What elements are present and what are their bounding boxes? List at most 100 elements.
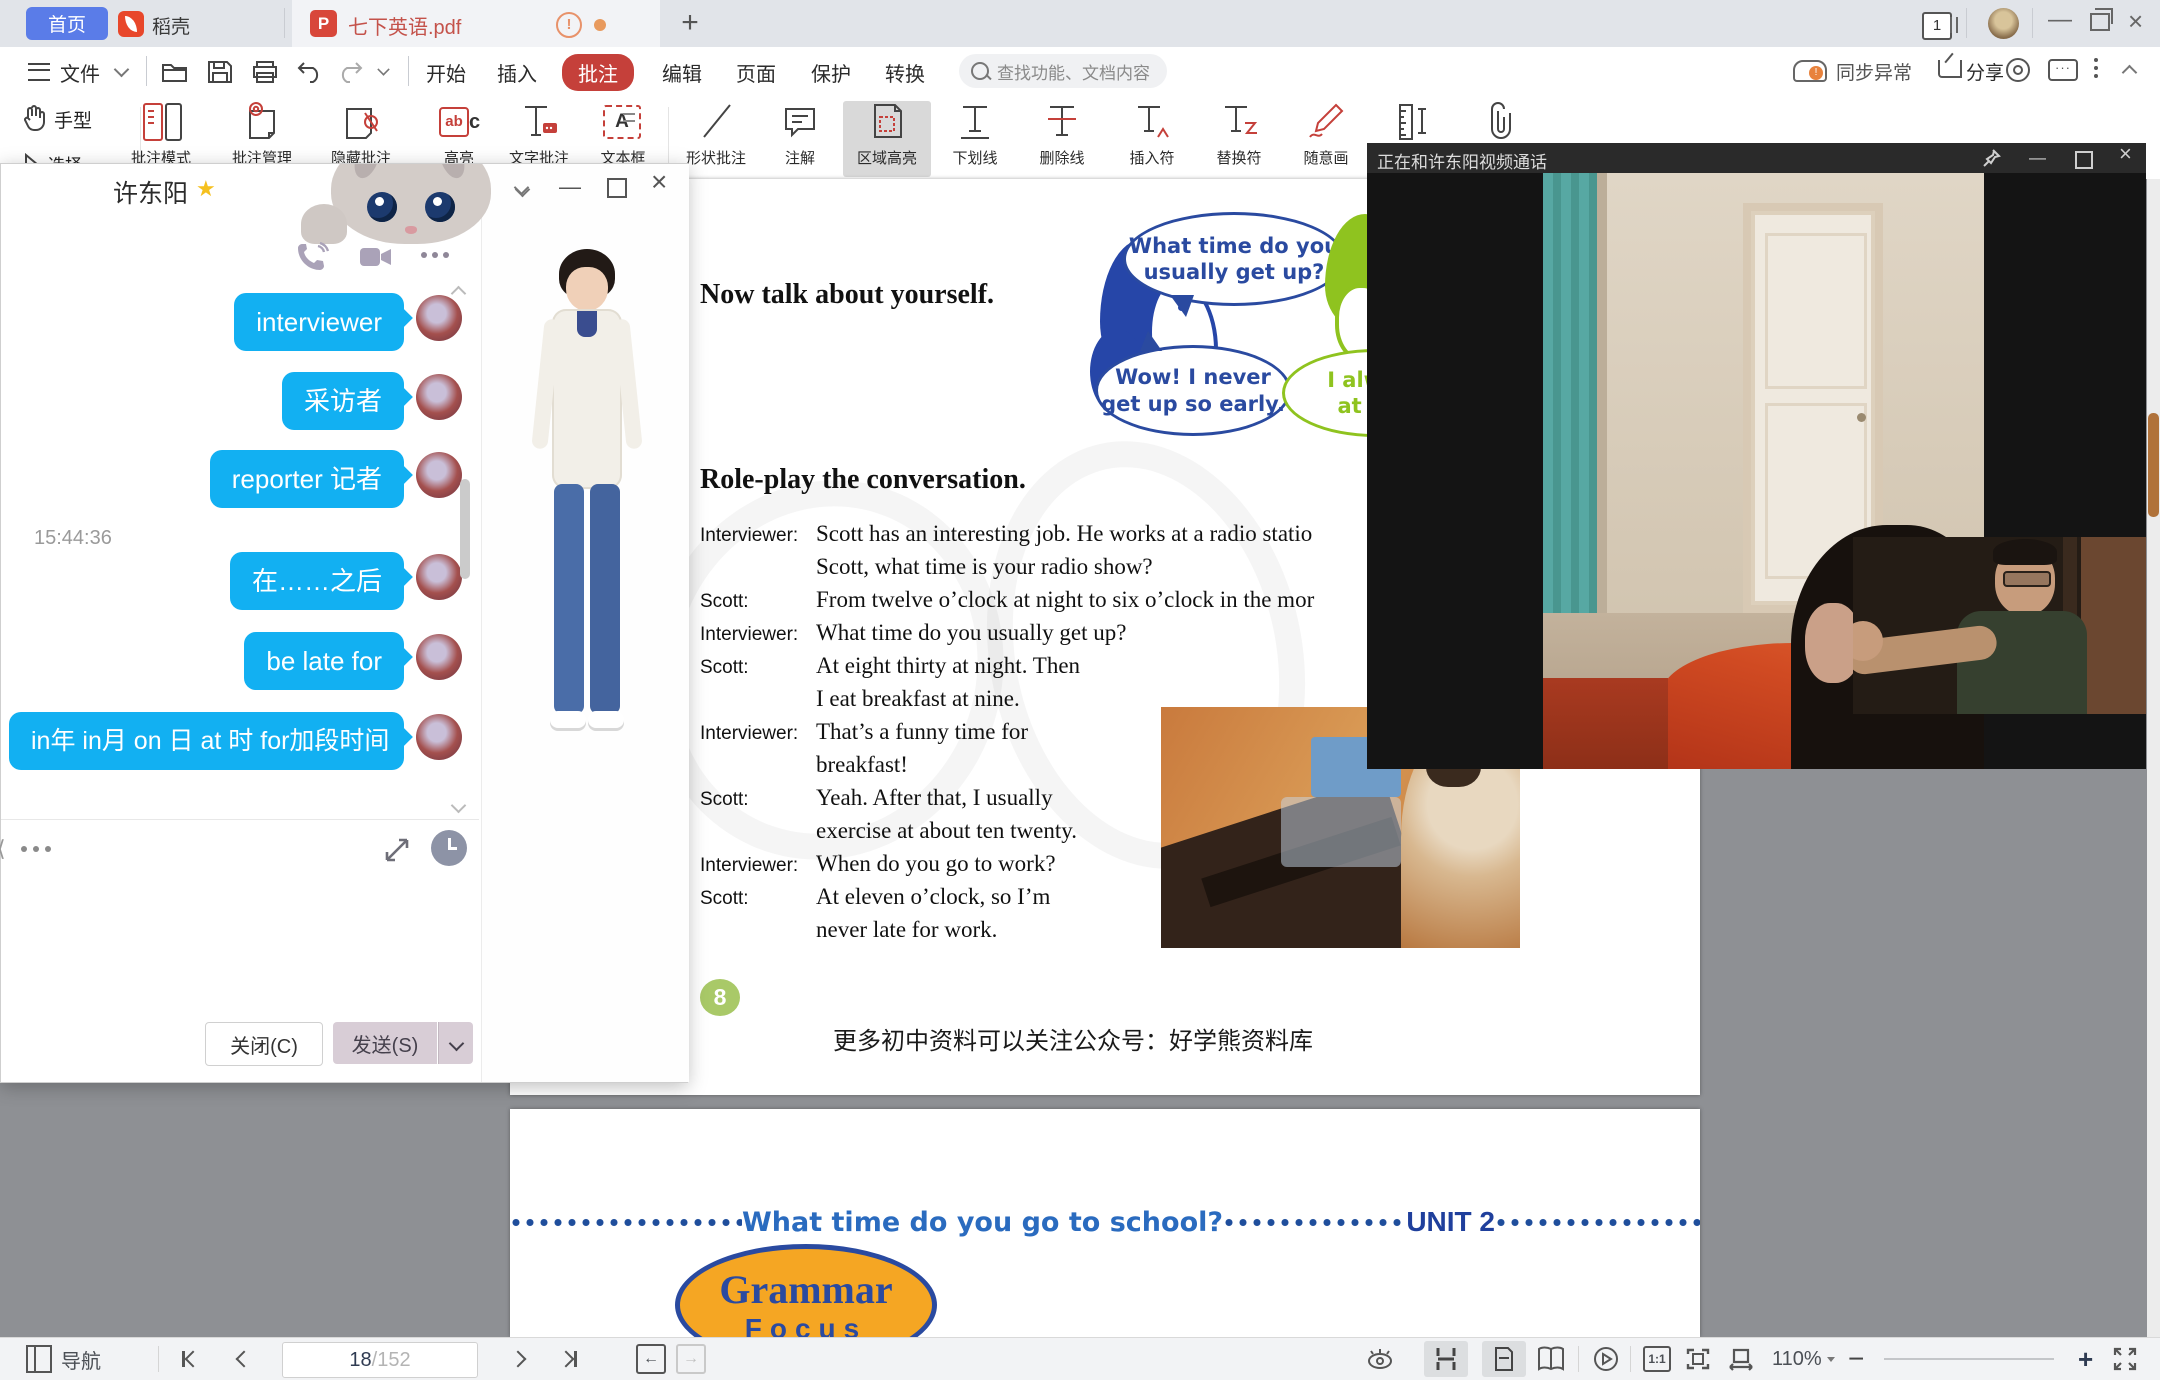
tool-replace-mark[interactable]: 替换符: [1195, 101, 1283, 177]
share-label[interactable]: 分享: [1966, 58, 2004, 85]
fit-width-button[interactable]: [1726, 1338, 1756, 1380]
play-slideshow-button[interactable]: [1592, 1338, 1620, 1380]
chat-message[interactable]: 采访者: [282, 372, 404, 430]
first-page-button[interactable]: [182, 1338, 199, 1380]
chat-message[interactable]: be late for: [244, 632, 404, 690]
chat-message[interactable]: reporter 记者: [210, 450, 404, 508]
share-icon[interactable]: [1938, 60, 1962, 78]
previous-page-button[interactable]: [238, 1338, 250, 1380]
more-options-icon[interactable]: [2094, 58, 2098, 62]
tool-insert-caret[interactable]: 插入符: [1108, 101, 1196, 177]
back-view-button[interactable]: ←: [636, 1344, 666, 1374]
message-avatar[interactable]: [416, 634, 462, 680]
settings-gear-icon[interactable]: [2006, 58, 2030, 82]
voice-call-icon[interactable]: [296, 242, 330, 272]
new-tab-button[interactable]: +: [672, 6, 708, 40]
undo-icon[interactable]: [296, 59, 324, 85]
page-number-input[interactable]: 18/152: [282, 1342, 478, 1378]
fit-page-button[interactable]: [1684, 1338, 1712, 1380]
message-avatar[interactable]: [416, 452, 462, 498]
video-call-titlebar[interactable]: 正在和许东阳视频通话 — ×: [1367, 143, 2146, 173]
message-avatar[interactable]: [416, 554, 462, 600]
menu-item-insert[interactable]: 插入: [497, 58, 537, 87]
tool-freehand-draw[interactable]: 随意画: [1282, 101, 1370, 177]
last-page-button[interactable]: [560, 1338, 577, 1380]
chat-close-button[interactable]: 关闭(C): [205, 1022, 323, 1066]
hand-tool-button[interactable]: 手型: [22, 105, 92, 133]
expand-input-icon[interactable]: [383, 836, 411, 864]
chat-send-button[interactable]: 发送(S): [333, 1022, 437, 1064]
tool-area-highlight-active[interactable]: 区域高亮: [843, 101, 931, 177]
chat-minimize-button[interactable]: —: [559, 176, 581, 198]
menu-item-page[interactable]: 页面: [736, 58, 776, 87]
chat-message[interactable]: interviewer: [234, 293, 404, 351]
search-input[interactable]: 查找功能、文档内容: [959, 54, 1167, 88]
tool-strikethrough[interactable]: 删除线: [1018, 101, 1106, 177]
tool-underline[interactable]: 下划线: [931, 101, 1019, 177]
tab-home[interactable]: 首页: [26, 7, 108, 40]
message-history-clock-icon[interactable]: [431, 830, 467, 866]
chat-close-icon[interactable]: ×: [651, 171, 667, 193]
zoom-slider-track[interactable]: [1884, 1358, 2054, 1360]
print-icon[interactable]: [250, 59, 280, 85]
open-file-icon[interactable]: [160, 59, 190, 85]
user-avatar[interactable]: [1988, 8, 2019, 39]
minimize-button[interactable]: —: [2048, 8, 2072, 32]
quick-access-dropdown-icon[interactable]: [377, 63, 389, 75]
menu-item-protect[interactable]: 保护: [811, 58, 851, 87]
collapse-ribbon-icon[interactable]: [2122, 65, 2138, 81]
forward-view-button[interactable]: →: [676, 1344, 706, 1374]
pin-icon[interactable]: [1981, 148, 2001, 168]
restore-button[interactable]: [2090, 13, 2110, 31]
zoom-level-dropdown[interactable]: 110%: [1772, 1338, 1835, 1380]
fullscreen-button[interactable]: [2112, 1338, 2138, 1380]
banner-dots: [1495, 1218, 1700, 1227]
window-count-badge[interactable]: 1: [1922, 12, 1952, 40]
zoom-in-button[interactable]: +: [2078, 1338, 2093, 1380]
video-close-button[interactable]: ×: [2119, 145, 2132, 163]
scroll-down-icon[interactable]: [451, 798, 467, 814]
navigation-toggle[interactable]: 导航: [26, 1338, 101, 1380]
sync-status-label[interactable]: 同步异常: [1836, 58, 1912, 85]
chat-message[interactable]: in年 in月 on 日 at 时 for加段时间: [9, 712, 404, 770]
chat-message[interactable]: 在……之后: [230, 552, 404, 610]
menu-item-start[interactable]: 开始: [426, 58, 466, 87]
actual-size-button[interactable]: 1:1: [1643, 1346, 1671, 1372]
file-menu[interactable]: 文件: [60, 58, 100, 87]
video-minimize-button[interactable]: —: [2029, 149, 2046, 167]
tab-document[interactable]: P 七下英语.pdf !: [292, 0, 660, 47]
hamburger-icon[interactable]: [28, 63, 50, 81]
video-maximize-button[interactable]: [2075, 151, 2093, 169]
sync-error-icon[interactable]: [1793, 60, 1827, 82]
chat-maximize-button[interactable]: [607, 178, 627, 198]
feedback-comment-icon[interactable]: ···: [2048, 59, 2078, 81]
menu-item-convert[interactable]: 转换: [885, 58, 925, 87]
next-page-button[interactable]: [512, 1338, 524, 1380]
chat-send-dropdown[interactable]: [438, 1022, 473, 1064]
continuous-scroll-button[interactable]: [1424, 1341, 1468, 1377]
emoji-icon[interactable]: ⟨: [0, 836, 6, 862]
message-avatar[interactable]: [416, 374, 462, 420]
menu-item-edit[interactable]: 编辑: [662, 58, 702, 87]
tool-note[interactable]: 注解: [756, 101, 844, 177]
input-more-icon[interactable]: [21, 846, 27, 852]
eye-protection-button[interactable]: [1366, 1338, 1394, 1380]
pip-video-feed[interactable]: [1853, 537, 2146, 714]
document-warning-icon[interactable]: !: [556, 12, 582, 38]
chat-scrollbar-thumb[interactable]: [460, 479, 470, 579]
chat-more-icon[interactable]: [421, 252, 427, 258]
single-page-view-button[interactable]: [1482, 1341, 1526, 1377]
message-avatar[interactable]: [416, 295, 462, 341]
two-page-view-button[interactable]: [1536, 1338, 1566, 1380]
zoom-out-button[interactable]: −: [1848, 1338, 1864, 1380]
close-window-button[interactable]: ×: [2128, 9, 2143, 33]
redo-icon[interactable]: [336, 59, 364, 85]
chat-contact-name[interactable]: 许东阳: [113, 174, 188, 210]
menu-item-annotate-active[interactable]: 批注: [562, 54, 634, 91]
message-avatar[interactable]: [416, 714, 462, 760]
save-icon[interactable]: [206, 59, 234, 85]
tab-docer[interactable]: 稻壳: [152, 12, 190, 39]
video-call-icon[interactable]: [359, 242, 393, 272]
vertical-scrollbar[interactable]: [2147, 179, 2160, 1337]
scrollbar-thumb[interactable]: [2148, 413, 2159, 517]
